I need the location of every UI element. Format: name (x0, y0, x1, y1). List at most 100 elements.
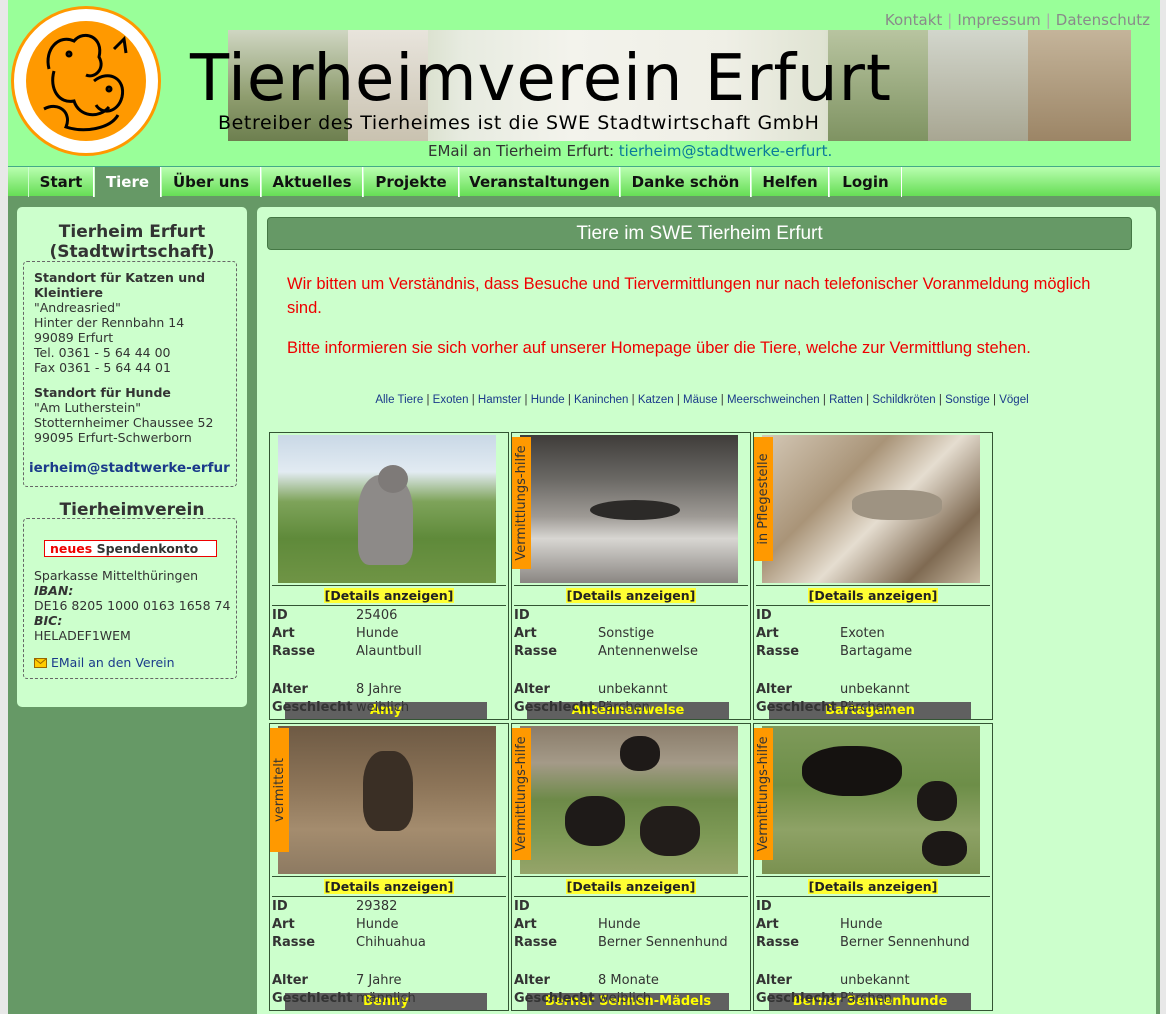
email-link[interactable]: tierheim@stadtwerke-erfurt. (619, 142, 832, 160)
animal-id: 29382 (356, 899, 398, 914)
impressum-link[interactable]: Impressum (957, 11, 1040, 29)
page-wrapper: Tierheimverein Erfurt Betreiber des Tier… (8, 0, 1160, 1014)
animal-photo[interactable] (278, 726, 496, 874)
site1-tel: Tel. 0361 - 5 64 44 00 (34, 345, 171, 360)
filter-schildkroeten[interactable]: Schildkröten (872, 394, 935, 406)
datenschutz-link[interactable]: Datenschutz (1056, 11, 1150, 29)
site2-city: 99095 Erfurt-Schwerborn (34, 430, 192, 445)
animal-rasse: Berner Sennenhund (598, 935, 728, 950)
nav-danke-schoen[interactable]: Danke schön (620, 167, 751, 197)
kontakt-link[interactable]: Kontakt (885, 11, 942, 29)
animal-alter: unbekannt (840, 682, 910, 697)
nav-ueber-uns[interactable]: Über uns (161, 167, 261, 197)
animal-alter: unbekannt (840, 973, 910, 988)
animal-card[interactable]: Vermittlungs-hilfe Berner Sennenhunde [D… (753, 723, 993, 1011)
site-title: Tierheimverein Erfurt (190, 42, 892, 116)
animal-alter: 8 Monate (598, 973, 659, 988)
nav-helfen[interactable]: Helfen (751, 167, 829, 197)
animal-alter: 8 Jahre (356, 682, 402, 697)
details-link[interactable]: [Details anzeigen] (512, 879, 750, 894)
animal-rasse: Bartagame (840, 644, 913, 659)
nav-veranstaltungen[interactable]: Veranstaltungen (459, 167, 620, 197)
animal-geschlecht: Pärchen (840, 991, 892, 1006)
header: Tierheimverein Erfurt Betreiber des Tier… (8, 0, 1160, 166)
notice-appointment: Wir bitten um Verständnis, dass Besuche … (287, 275, 1091, 317)
filter-hamster[interactable]: Hamster (478, 394, 521, 406)
filter-meerschweinchen[interactable]: Meerschweinchen (727, 394, 820, 406)
animals-logo-icon (43, 34, 128, 132)
animal-geschlecht: Pärchen (598, 700, 650, 715)
iban-value: DE16 8205 1000 0163 1658 74 (34, 598, 231, 613)
site2-street: Stotternheimer Chaussee 52 (34, 415, 214, 430)
status-flag: Vermittlungs-hilfe (512, 437, 531, 569)
filter-hunde[interactable]: Hunde (531, 394, 565, 406)
animal-photo[interactable] (520, 435, 738, 583)
verein-email-link[interactable]: EMail an den Verein (51, 655, 175, 670)
main-nav: Start Tiere Über uns Aktuelles Projekte … (8, 166, 1160, 197)
spendenkonto-box: neues Spendenkonto (44, 540, 217, 557)
animal-card[interactable]: Vermittlungs-hilfe Berner Sennen-Mädels … (511, 723, 751, 1011)
animal-art: Hunde (598, 917, 641, 932)
site1-title: Standort für Katzen und Kleintiere (34, 270, 206, 300)
filter-ratten[interactable]: Ratten (829, 394, 863, 406)
site1-name: "Andreasried" (34, 300, 121, 315)
filter-sonstige[interactable]: Sonstige (945, 394, 990, 406)
verein-box: neues Spendenkonto Sparkasse Mittelthüri… (23, 518, 237, 679)
animal-rasse: Berner Sennenhund (840, 935, 970, 950)
animal-alter: unbekannt (598, 682, 668, 697)
animal-id: 25406 (356, 608, 398, 623)
sidebar-title: Tierheim Erfurt (Stadtwirtschaft) (49, 222, 215, 262)
details-link[interactable]: [Details anzeigen] (754, 879, 992, 894)
animal-rasse: Alauntbull (356, 644, 422, 659)
nav-login[interactable]: Login (829, 167, 902, 197)
nav-projekte[interactable]: Projekte (363, 167, 459, 197)
details-link[interactable]: [Details anzeigen] (754, 588, 992, 603)
animal-art: Hunde (356, 917, 399, 932)
email-line: EMail an Tierheim Erfurt: tierheim@stadt… (428, 142, 832, 160)
animal-art: Hunde (840, 917, 883, 932)
filter-katzen[interactable]: Katzen (638, 394, 674, 406)
spenden-label: Spendenkonto (96, 541, 199, 556)
status-flag: vermittelt (270, 728, 289, 852)
filter-voegel[interactable]: Vögel (999, 394, 1028, 406)
animal-card[interactable]: Amy [Details anzeigen] ID 25406 Art Hunde … (269, 432, 509, 720)
animal-card[interactable]: Vermittlungs-hilfe Antennenwelse [Detail… (511, 432, 751, 720)
animal-art: Hunde (356, 626, 399, 641)
nav-aktuelles[interactable]: Aktuelles (261, 167, 363, 197)
nav-start[interactable]: Start (28, 167, 94, 197)
filter-kaninchen[interactable]: Kaninchen (574, 394, 628, 406)
animal-geschlecht: weiblich (356, 700, 410, 715)
filter-alle-tiere[interactable]: Alle Tiere (375, 394, 423, 406)
logo[interactable] (11, 6, 161, 156)
site1-fax: Fax 0361 - 5 64 44 01 (34, 360, 171, 375)
animal-card[interactable]: vermittelt Benny [Details anzeigen] ID 29… (269, 723, 509, 1011)
site2-name: "Am Lutherstein" (34, 400, 142, 415)
details-link[interactable]: [Details anzeigen] (512, 588, 750, 603)
details-link[interactable]: [Details anzeigen] (270, 588, 508, 603)
status-flag: in Pflegestelle (754, 437, 773, 561)
category-filters: Alle Tiere | Exoten | Hamster | Hunde | … (375, 394, 1029, 406)
page-title: Tiere im SWE Tierheim Erfurt (267, 217, 1132, 250)
animal-card[interactable]: in Pflegestelle Bartagamen [Details anze… (753, 432, 993, 720)
site2-title: Standort für Hunde (34, 385, 171, 400)
details-link[interactable]: [Details anzeigen] (270, 879, 508, 894)
animal-geschlecht: männlich (356, 991, 416, 1006)
bic-value: HELADEF1WEM (34, 628, 131, 643)
nav-tiere[interactable]: Tiere (94, 167, 161, 197)
animal-photo[interactable] (278, 435, 496, 583)
animal-photo[interactable] (762, 435, 980, 583)
animal-photo[interactable] (520, 726, 738, 874)
animal-rasse: Antennenwelse (598, 644, 698, 659)
verein-email-row[interactable]: EMail an den Verein (34, 655, 236, 670)
spenden-new: neues (50, 541, 93, 556)
animal-art: Sonstige (598, 626, 655, 641)
animal-photo[interactable] (762, 726, 980, 874)
top-links: Kontakt | Impressum | Datenschutz (884, 11, 1150, 29)
status-flag: Vermittlungs-hilfe (754, 728, 773, 860)
animal-geschlecht: weiblich (598, 991, 652, 1006)
filter-exoten[interactable]: Exoten (433, 394, 469, 406)
animal-art: Exoten (840, 626, 885, 641)
filter-maeuse[interactable]: Mäuse (683, 394, 718, 406)
site-subtitle: Betreiber des Tierheimes ist die SWE Sta… (218, 112, 820, 134)
sidebar-email-link[interactable]: ierheim@stadtwerke-erfur (29, 461, 231, 476)
